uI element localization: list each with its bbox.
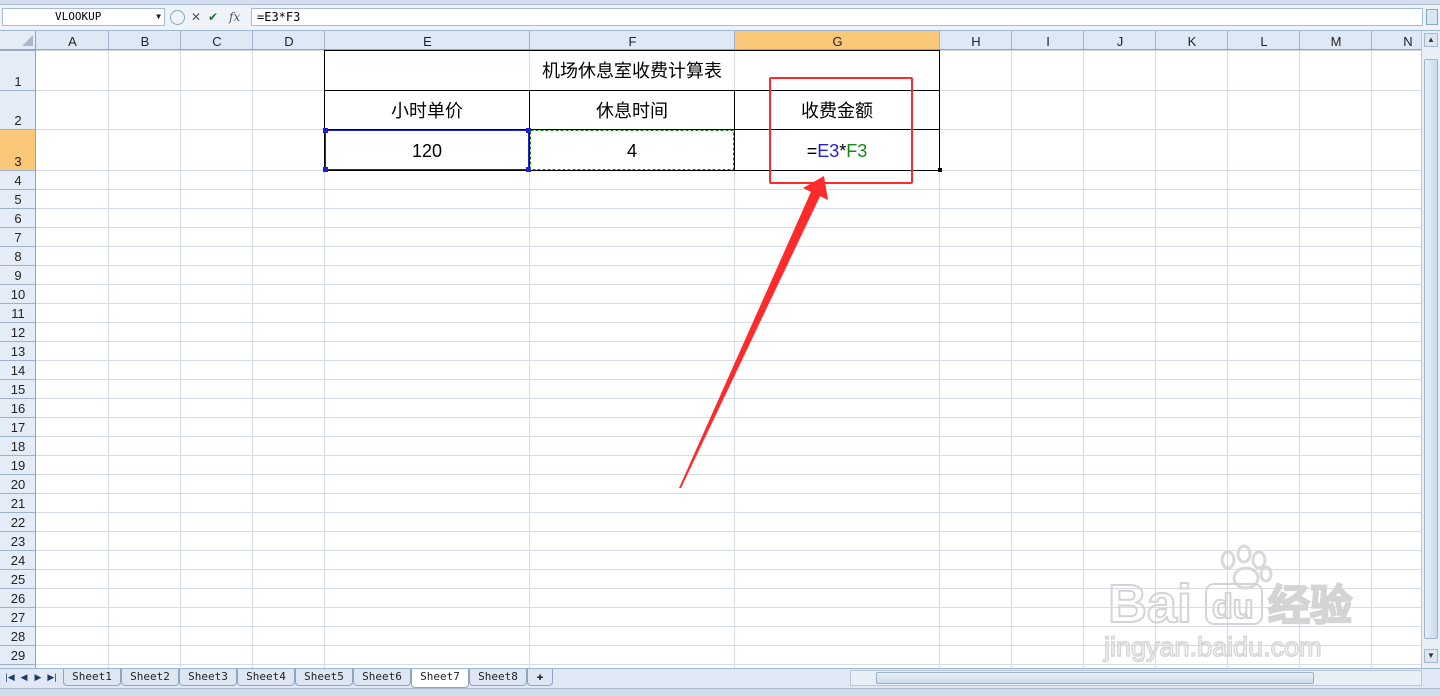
first-sheet-icon[interactable]: |◀ — [4, 672, 16, 683]
name-box[interactable]: VLOOKUP ▼ — [2, 8, 165, 26]
watermark-jingyan: 经验 — [1268, 581, 1352, 630]
sheet-tab-sheet4[interactable]: Sheet4 — [237, 669, 295, 686]
ref-e3-handle[interactable] — [323, 128, 328, 133]
sheet-tab-sheet1[interactable]: Sheet1 — [63, 669, 121, 686]
row-header-27[interactable]: 27 — [11, 610, 25, 625]
expand-formula-bar-button[interactable] — [1426, 9, 1438, 25]
row-header-1[interactable]: 1 — [14, 74, 21, 89]
row-header-15[interactable]: 15 — [11, 382, 25, 397]
column-header-l[interactable]: L — [1260, 34, 1267, 49]
table-title[interactable]: 机场休息室收费计算表 — [542, 61, 722, 82]
row-header-4[interactable]: 4 — [14, 173, 21, 188]
header-rest-time[interactable]: 休息时间 — [596, 101, 668, 122]
sheet-tab-sheet5[interactable]: Sheet5 — [295, 669, 353, 686]
scroll-up-icon[interactable]: ▲ — [1424, 33, 1438, 47]
row-header-12[interactable]: 12 — [11, 325, 25, 340]
formula-bar: VLOOKUP ▼ ✕ ✔ fx =E3*F3 — [0, 5, 1440, 31]
row-header-16[interactable]: 16 — [11, 401, 25, 416]
column-header-j[interactable]: J — [1117, 34, 1124, 49]
row-header-26[interactable]: 26 — [11, 591, 25, 606]
column-header-e[interactable]: E — [423, 34, 432, 49]
ref-e3-handle[interactable] — [323, 167, 328, 172]
sheet-tab-sheet8[interactable]: Sheet8 — [469, 669, 527, 686]
row-header-5[interactable]: 5 — [14, 192, 21, 207]
row-header-13[interactable]: 13 — [11, 344, 25, 359]
watermark-brand: Bai — [1108, 574, 1192, 634]
next-sheet-icon[interactable]: ▶ — [32, 672, 44, 683]
header-unit-price[interactable]: 小时单价 — [391, 101, 463, 122]
column-header-n[interactable]: N — [1403, 34, 1412, 49]
vertical-scrollbar[interactable]: ▲ ▼ — [1421, 31, 1440, 668]
row-header-14[interactable]: 14 — [11, 363, 25, 378]
sheet-tab-bar: |◀ ◀ ▶ ▶| Sheet1 Sheet2 Sheet3 Sheet4 Sheet5… — [0, 668, 1440, 689]
row-header-25[interactable]: 25 — [11, 572, 25, 587]
column-header-k[interactable]: K — [1188, 34, 1197, 49]
row-header-22[interactable]: 22 — [11, 515, 25, 530]
row-header-28[interactable]: 28 — [11, 629, 25, 644]
sheet-tab-sheet7[interactable]: Sheet7 — [411, 669, 469, 688]
column-header-f[interactable]: F — [629, 34, 637, 49]
watermark-du: du — [1212, 588, 1254, 626]
sheet-tab-sheet3[interactable]: Sheet3 — [179, 669, 237, 686]
watermark-domain: jingyan.baidu.com — [1103, 632, 1322, 662]
cell-f3-value[interactable]: 4 — [627, 141, 637, 161]
cancel-icon[interactable]: ✕ — [191, 10, 201, 24]
column-header-i[interactable]: I — [1046, 34, 1050, 49]
row-header-20[interactable]: 20 — [11, 477, 25, 492]
row-header-19[interactable]: 19 — [11, 458, 25, 473]
scroll-down-icon[interactable]: ▼ — [1424, 649, 1438, 663]
highlight-box — [769, 77, 913, 184]
sheet-tab-sheet2[interactable]: Sheet2 — [121, 669, 179, 686]
vertical-scroll-thumb[interactable] — [1424, 59, 1438, 639]
column-header-h[interactable]: H — [971, 34, 980, 49]
column-header-c[interactable]: C — [212, 34, 221, 49]
row-header-18[interactable]: 18 — [11, 439, 25, 454]
baidu-watermark: Bai du 经验 jingyan.baidu.com — [1100, 540, 1370, 665]
column-header-a[interactable]: A — [68, 34, 77, 49]
row-header-17[interactable]: 17 — [11, 420, 25, 435]
column-header-g[interactable]: G — [832, 34, 842, 49]
column-header-m[interactable]: M — [1331, 34, 1342, 49]
row-header-7[interactable]: 7 — [14, 230, 21, 245]
row-header-11[interactable]: 11 — [11, 306, 25, 321]
row-header-6[interactable]: 6 — [14, 211, 21, 226]
column-header-b[interactable]: B — [141, 34, 150, 49]
row-header-8[interactable]: 8 — [14, 249, 21, 264]
name-box-value: VLOOKUP — [55, 10, 102, 23]
formula-bar-toggle-icon[interactable] — [170, 10, 185, 25]
row-header-23[interactable]: 23 — [11, 534, 25, 549]
row-header-3[interactable]: 3 — [14, 154, 21, 169]
horizontal-scrollbar[interactable] — [850, 670, 1422, 686]
row-header-21[interactable]: 21 — [11, 496, 25, 511]
cell-e3-value[interactable]: 120 — [412, 141, 442, 161]
row-header-2[interactable]: 2 — [14, 113, 21, 128]
row-header-9[interactable]: 9 — [14, 268, 21, 283]
sheet-tab-sheet6[interactable]: Sheet6 — [353, 669, 411, 686]
insert-sheet-icon[interactable]: ✚ — [527, 669, 553, 686]
row-header-10[interactable]: 10 — [11, 287, 25, 302]
name-box-dropdown-icon[interactable]: ▼ — [156, 9, 161, 25]
insert-function-icon[interactable]: fx — [229, 10, 240, 24]
horizontal-scroll-thumb[interactable] — [876, 672, 1314, 684]
row-header-29[interactable]: 29 — [11, 648, 25, 663]
row-header-24[interactable]: 24 — [11, 553, 25, 568]
last-sheet-icon[interactable]: ▶| — [46, 672, 58, 683]
fill-handle[interactable] — [938, 168, 942, 172]
formula-input[interactable]: =E3*F3 — [251, 8, 1423, 26]
column-header-d[interactable]: D — [284, 34, 293, 49]
prev-sheet-icon[interactable]: ◀ — [18, 672, 30, 683]
enter-icon[interactable]: ✔ — [208, 10, 218, 24]
